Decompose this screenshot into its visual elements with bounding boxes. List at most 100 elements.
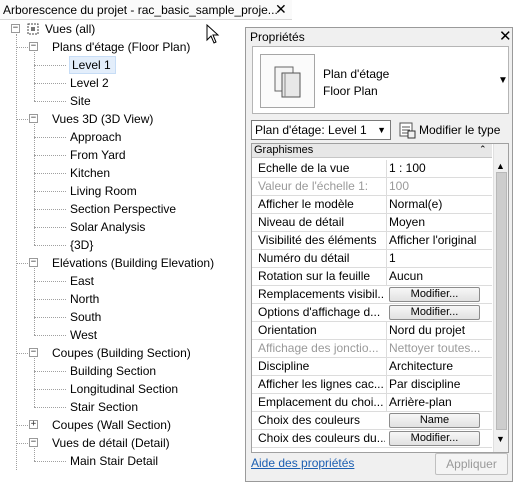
property-value[interactable]: Aucun: [386, 268, 491, 285]
tree-view-item[interactable]: Site: [70, 92, 91, 110]
properties-scrollbar[interactable]: ▲ ▼: [493, 144, 508, 452]
property-row[interactable]: Afficher le modèle Normal(e): [252, 196, 492, 214]
tree-connector: [34, 407, 66, 408]
scroll-down-icon[interactable]: ▼: [496, 434, 505, 444]
property-row[interactable]: Choix des couleurs Name: [252, 412, 492, 430]
project-browser-title-bar: Arborescence du projet - rac_basic_sampl…: [0, 0, 292, 20]
tree-group-label[interactable]: Vues de détail (Detail): [52, 434, 170, 452]
group-header-graphics[interactable]: Graphismes ⌃: [252, 144, 492, 158]
tree-connector: [16, 119, 30, 120]
property-row[interactable]: Niveau de détail Moyen: [252, 214, 492, 232]
property-value: Nettoyer toutes...: [386, 340, 491, 357]
property-row[interactable]: Valeur de l'échelle 1: 100: [252, 178, 492, 196]
tree-view-item[interactable]: From Yard: [70, 146, 126, 164]
property-edit-button[interactable]: Modifier...: [389, 287, 480, 302]
property-row[interactable]: Numéro du détail 1: [252, 250, 492, 268]
type-dropdown-arrow-icon[interactable]: ▼: [498, 75, 508, 86]
property-name: Afficher les lignes cac...: [258, 377, 384, 391]
collapse-toggle-icon[interactable]: −: [29, 42, 38, 51]
property-value[interactable]: Nord du projet: [386, 322, 491, 339]
property-row[interactable]: Affichage des jonctio... Nettoyer toutes.…: [252, 340, 492, 358]
collapse-toggle-icon[interactable]: +: [29, 420, 38, 429]
edit-type-icon[interactable]: [398, 121, 416, 139]
tree-connector: [34, 461, 66, 462]
properties-help-link[interactable]: Aide des propriétés: [251, 456, 354, 470]
tree-view-item[interactable]: North: [70, 290, 99, 308]
property-value[interactable]: 1 : 100: [386, 160, 491, 177]
tree-view-item[interactable]: West: [70, 326, 97, 344]
collapse-toggle-icon[interactable]: −: [29, 114, 38, 123]
tree-connector: [34, 137, 66, 138]
instance-filter-select[interactable]: Plan d'étage: Level 1 ▼: [251, 120, 391, 140]
properties-close-icon[interactable]: ✕: [499, 27, 512, 45]
tree-view-item[interactable]: Approach: [70, 128, 121, 146]
tree-view-item[interactable]: Longitudinal Section: [70, 380, 178, 398]
tree-view-item[interactable]: {3D}: [70, 236, 93, 254]
property-row[interactable]: Remplacements visibil... Modifier...: [252, 286, 492, 304]
property-row[interactable]: Echelle de la vue 1 : 100: [252, 160, 492, 178]
views-root-icon: [26, 22, 40, 39]
tree-view-item[interactable]: Main Stair Detail: [70, 452, 158, 470]
type-family-name: Plan d'étage: [323, 67, 390, 81]
tree-connector: [34, 358, 35, 407]
mouse-cursor-icon: [206, 24, 220, 44]
tree-connector: [34, 299, 66, 300]
tree-view-item[interactable]: Level 2: [70, 74, 109, 92]
tree-view-item[interactable]: Section Perspective: [70, 200, 176, 218]
property-row[interactable]: Orientation Nord du projet: [252, 322, 492, 340]
scroll-thumb[interactable]: [496, 172, 507, 430]
property-row[interactable]: Visibilité des éléments Afficher l'origin…: [252, 232, 492, 250]
edit-type-button[interactable]: Modifier le type: [419, 123, 500, 137]
tree-view-item[interactable]: East: [70, 272, 94, 290]
property-row[interactable]: Options d'affichage d... Modifier...: [252, 304, 492, 322]
property-edit-button[interactable]: Name: [389, 413, 480, 428]
tree-root-label[interactable]: Vues (all): [45, 20, 95, 38]
tree-connector: [16, 353, 30, 354]
collapse-toggle-icon[interactable]: −: [29, 348, 38, 357]
property-value[interactable]: Par discipline: [386, 376, 491, 393]
tree-view-item[interactable]: Stair Section: [70, 398, 138, 416]
type-selector[interactable]: Plan d'étage Floor Plan ▼: [252, 46, 509, 114]
property-value[interactable]: Afficher l'original: [386, 232, 491, 249]
tree-group-label[interactable]: Vues 3D (3D View): [52, 110, 153, 128]
collapse-toggle-icon[interactable]: −: [29, 258, 38, 267]
tree-view-item[interactable]: Building Section: [70, 362, 156, 380]
property-name: Niveau de détail: [258, 215, 345, 229]
tree-group-label[interactable]: Coupes (Building Section): [52, 344, 191, 362]
tree-view-item[interactable]: Solar Analysis: [70, 218, 145, 236]
property-value[interactable]: Arrière-plan: [386, 394, 491, 411]
tree-view-item[interactable]: Living Room: [70, 182, 137, 200]
tree-connector: [16, 443, 30, 444]
property-value[interactable]: Architecture: [386, 358, 491, 375]
property-value[interactable]: Moyen: [386, 214, 491, 231]
property-value[interactable]: 1: [386, 250, 491, 267]
project-browser-close-icon[interactable]: ✕: [275, 1, 287, 18]
tree-group-label[interactable]: Coupes (Wall Section): [52, 416, 171, 434]
tree-group-label[interactable]: Plans d'étage (Floor Plan): [52, 38, 190, 56]
project-browser-title: Arborescence du projet - rac_basic_sampl…: [3, 3, 278, 17]
property-name: Echelle de la vue: [258, 161, 350, 175]
property-name: Options d'affichage d...: [258, 305, 381, 319]
property-value[interactable]: Normal(e): [386, 196, 491, 213]
property-name: Afficher le modèle: [258, 197, 354, 211]
property-row[interactable]: Emplacement du choi... Arrière-plan: [252, 394, 492, 412]
property-row[interactable]: Choix des couleurs du... Modifier...: [252, 430, 492, 448]
collapse-toggle-icon[interactable]: −: [11, 24, 20, 33]
property-edit-button[interactable]: Modifier...: [389, 431, 480, 446]
tree-connector: [34, 173, 66, 174]
tree-group-label[interactable]: Elévations (Building Elevation): [52, 254, 214, 272]
property-edit-button[interactable]: Modifier...: [389, 305, 480, 320]
tree-view-item[interactable]: Kitchen: [70, 164, 110, 182]
properties-grid: Graphismes ⌃ Echelle de la vue 1 : 100 Val…: [251, 143, 509, 453]
tree-view-item[interactable]: South: [70, 308, 101, 326]
property-row[interactable]: Afficher les lignes cac... Par discipline: [252, 376, 492, 394]
tree-connector: [34, 124, 35, 245]
apply-button[interactable]: Appliquer: [435, 453, 508, 475]
tree-view-item[interactable]: Level 1: [69, 56, 116, 74]
collapse-toggle-icon[interactable]: −: [29, 438, 38, 447]
collapse-icon[interactable]: ⌃: [479, 144, 487, 156]
property-row[interactable]: Discipline Architecture: [252, 358, 492, 376]
property-row[interactable]: Rotation sur la feuille Aucun: [252, 268, 492, 286]
scroll-up-icon[interactable]: ▲: [496, 161, 505, 171]
properties-title: Propriétés: [250, 30, 305, 44]
